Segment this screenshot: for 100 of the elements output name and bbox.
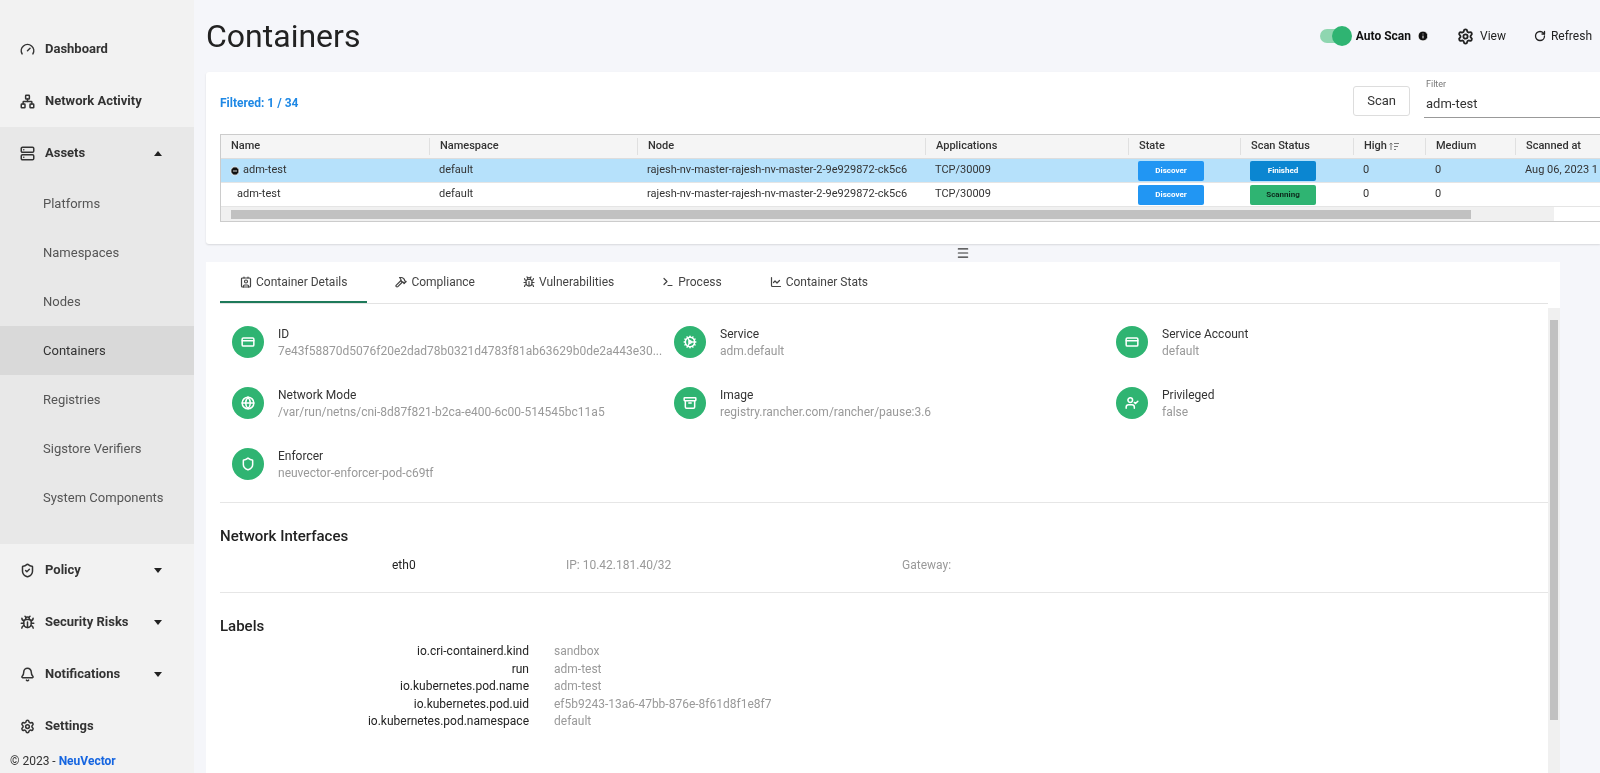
state-badge: Discover	[1138, 184, 1204, 205]
filter-field[interactable]: adm-test	[1424, 93, 1600, 118]
detail-label: Service	[720, 326, 761, 343]
column-header[interactable]: High	[1353, 138, 1425, 155]
table-cell: 0	[1435, 187, 1442, 201]
nav-label: Settings	[45, 717, 94, 736]
table-cell: rajesh-nv-master-rajesh-nv-master-2-9e929872-ck5c6	[647, 187, 908, 201]
column-header[interactable]: Scan Status	[1240, 138, 1353, 155]
detail-value: registry.rancher.com/rancher/pause:3.6	[720, 404, 932, 421]
detail-value: false	[1162, 404, 1190, 421]
detail-value: default	[1162, 343, 1201, 360]
nav-label: Notifications	[45, 665, 121, 684]
archive-icon	[674, 387, 706, 419]
tab[interactable]: Container Stats	[749, 263, 889, 303]
tab[interactable]: Compliance	[375, 263, 495, 303]
card-icon	[1116, 326, 1148, 358]
column-header[interactable]: Namespace	[429, 138, 637, 155]
auto-scan-switch[interactable]	[1319, 29, 1350, 43]
auto-scan-label: Auto Scan	[1355, 28, 1411, 45]
nav-label: Security Risks	[45, 613, 129, 632]
section-title: Network Interfaces	[220, 526, 350, 547]
hammer-icon	[395, 276, 408, 288]
vertical-scrollbar[interactable]	[1548, 308, 1560, 773]
nav-item[interactable]: Notifications	[0, 648, 194, 700]
bell-icon	[20, 666, 35, 682]
column-header[interactable]: State	[1128, 138, 1240, 155]
tab[interactable]: Vulnerabilities	[502, 263, 635, 303]
nav-item[interactable]: Assets	[0, 127, 194, 179]
settings-icon	[20, 718, 35, 734]
nav-label: Dashboard	[45, 40, 108, 59]
terminal-icon	[662, 276, 675, 288]
splitter-handle-icon[interactable]	[956, 246, 970, 260]
nav-label: Policy	[45, 561, 81, 580]
nav-subitem[interactable]: Namespaces	[0, 228, 194, 277]
column-header[interactable]: Applications	[925, 138, 1128, 155]
page-title: Containers	[206, 16, 361, 57]
section-title: Labels	[220, 615, 266, 637]
info-icon	[1417, 30, 1429, 42]
nav-item[interactable]: Network Activity	[0, 75, 194, 127]
table-cell: 0	[1363, 187, 1370, 201]
horizontal-scrollbar[interactable]	[221, 207, 1554, 221]
table-cell: 0	[1435, 163, 1442, 177]
tab[interactable]: Container Details	[220, 263, 368, 303]
nav-subitem[interactable]: Sigstore Verifiers	[0, 424, 194, 473]
neuvector-link[interactable]: NeuVector	[58, 752, 116, 770]
nav-subitem[interactable]: Registries	[0, 375, 194, 424]
table-row[interactable]: adm-test default rajesh-nv-master-rajesh-nv-master-2-9e929872-ck5c6 TCP/30009 Discover Scanning 0 0	[221, 183, 1600, 207]
gauge-icon	[20, 41, 35, 57]
column-header[interactable]: Scanned at	[1515, 138, 1600, 155]
label-key: io.cri-containerd.kind	[220, 643, 529, 661]
table-cell: TCP/30009	[935, 187, 991, 201]
filter-label: Filter	[1426, 78, 1447, 91]
label-value: adm-test	[554, 660, 602, 678]
nav-item[interactable]: Dashboard	[0, 23, 194, 75]
network-icon	[20, 93, 35, 109]
refresh-button[interactable]: Refresh	[1533, 27, 1592, 45]
label-key: run	[220, 660, 529, 678]
detail-label: Network Mode	[278, 387, 358, 404]
table-cell: default	[439, 163, 474, 177]
view-button[interactable]: View	[1457, 27, 1506, 45]
shield-icon	[232, 448, 264, 480]
nav-subitem[interactable]: Nodes	[0, 277, 194, 326]
interface-ip: IP: 10.42.181.40/32	[566, 556, 673, 574]
tab[interactable]: Process	[642, 263, 742, 303]
column-header[interactable]: Node	[637, 138, 925, 155]
scan-status-badge: Scanning	[1250, 184, 1316, 205]
nav-item[interactable]: Security Risks	[0, 596, 194, 648]
bug-icon	[20, 614, 35, 630]
table-cell: TCP/30009	[935, 163, 991, 177]
table-cell: adm-test	[243, 162, 287, 179]
collapse-icon[interactable]	[230, 165, 240, 176]
interface-gateway: Gateway:	[902, 556, 952, 574]
scan-button[interactable]: Scan	[1353, 86, 1410, 116]
copyright-text: © 2023 -	[10, 753, 57, 770]
interface-name: eth0	[392, 556, 417, 574]
nav-subitem[interactable]: System Components	[0, 473, 194, 522]
globe-icon	[232, 387, 264, 419]
table-row[interactable]: adm-test default rajesh-nv-master-rajesh-nv-master-2-9e929872-ck5c6 TCP/30009 Discover Finished 0 0 Aug 06, 2023 1	[221, 159, 1600, 183]
detail-value: /var/run/netns/cni-8d87f821-b2ca-e400-6c00-514545bc11a5	[278, 404, 605, 421]
nav-subitem[interactable]: Platforms	[0, 179, 194, 228]
filtered-count: Filtered: 1 / 34	[220, 95, 299, 112]
detail-label: Privileged	[1162, 387, 1215, 404]
detail-label: Service Account	[1162, 326, 1249, 343]
column-header[interactable]: Name	[221, 138, 429, 155]
nav-item[interactable]: Settings	[0, 700, 194, 752]
nav-label: Network Activity	[45, 92, 142, 111]
table-cell: 0	[1363, 163, 1370, 177]
server-icon	[20, 145, 35, 161]
label-key: io.kubernetes.pod.uid	[220, 695, 529, 713]
label-value: sandbox	[554, 643, 600, 660]
label-key: io.kubernetes.pod.name	[220, 678, 529, 696]
shield-icon	[20, 562, 35, 578]
nav-item[interactable]: Policy	[0, 544, 194, 596]
column-header[interactable]: Medium	[1425, 138, 1515, 155]
nav-subitem[interactable]: Containers	[0, 326, 194, 375]
table-cell: Aug 06, 2023 1	[1525, 163, 1598, 177]
detail-value: neuvector-enforcer-pod-c69tf	[278, 465, 434, 482]
gears-icon	[674, 326, 706, 358]
label-value: adm-test	[554, 678, 602, 695]
settings-icon	[1457, 27, 1474, 45]
